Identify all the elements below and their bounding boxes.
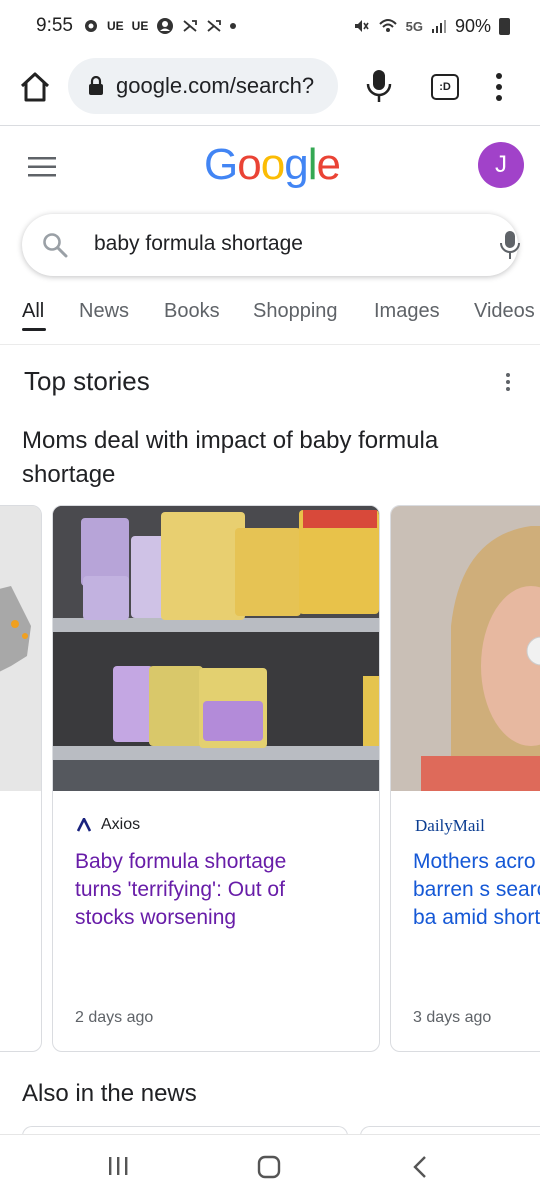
tab-switcher-button[interactable]: :D [431,74,459,100]
more-options-icon[interactable] [504,372,512,392]
network-type: 5G [405,18,423,34]
story-thumbnail-formula-shelves [53,506,379,791]
story-title-link[interactable]: Baby formula shortage turns 'terrifying'… [75,848,335,932]
address-bar[interactable]: google.com/search? [68,58,338,114]
logo-letter-o1: o [237,140,262,189]
top-stories-title: Top stories [24,366,150,396]
active-tab-indicator [22,328,46,331]
notification-dot [230,23,237,29]
ue-indicator-2: UE [131,19,149,33]
story-card-dailymail[interactable]: DailyMail Mothers acro find barren s sea… [390,505,540,1052]
hamburger-menu-icon[interactable] [28,156,56,178]
microphone-icon[interactable] [364,68,394,104]
search-icon[interactable] [42,232,68,258]
settings-gear-icon [84,20,97,32]
also-in-the-news-title: Also in the news [22,1080,197,1107]
map-thumbnail [0,506,41,791]
source-name: Axios [101,816,141,833]
story-title-link[interactable]: Mothers acro find barren s search for ba… [413,848,540,932]
tab-videos[interactable]: Videos [474,300,535,323]
logo-letter-g2: g [284,140,309,189]
toolbar-divider [0,125,540,126]
url-text: google.com/search? [116,73,315,98]
logo-letter-g: G [204,140,238,189]
logo-letter-e: e [316,140,341,189]
tab-shopping[interactable]: Shopping [253,300,338,323]
battery-icon [499,17,510,35]
home-icon[interactable] [18,70,52,104]
tab-images[interactable]: Images [374,300,440,323]
mute-icon [354,20,369,32]
avatar-initial: J [495,151,507,178]
logo-letter-o2: o [260,140,286,189]
story-cluster-headline[interactable]: Moms deal with impact of baby formula sh… [22,424,522,492]
missed-call-icon [183,20,198,32]
tab-all[interactable]: All [22,300,44,323]
tab-switcher-label: :D [439,81,451,93]
source-name: DailyMail [415,816,485,835]
tab-news[interactable]: News [79,300,129,323]
account-avatar[interactable]: J [478,142,524,188]
overflow-menu-icon[interactable] [492,72,506,102]
search-box[interactable]: baby formula shortage [22,214,520,276]
home-nav-icon[interactable] [257,1155,281,1179]
back-icon[interactable] [410,1155,430,1179]
story-source: DailyMail [415,816,485,836]
browser-toolbar: google.com/search? :D [0,52,540,124]
status-right: 5G 90% [352,16,510,37]
story-thumbnail-woman [391,506,540,791]
ue-indicator-1: UE [106,19,124,33]
tab-books[interactable]: Books [164,300,220,323]
status-bar: 9:55 UE UE 5G 90% [0,0,540,52]
account-icon [157,18,174,34]
story-source: Axios [77,816,140,834]
tabs-divider [0,344,540,345]
story-timestamp: 3 days ago [413,1009,492,1026]
system-navigation-bar [0,1134,540,1200]
missed-call-icon-2 [207,20,222,32]
battery-percent: 90% [454,15,491,36]
search-query-text[interactable]: baby formula shortage [94,232,303,256]
clock: 9:55 [36,15,73,36]
lock-icon [89,76,103,95]
axios-logo-icon [77,818,91,832]
google-logo[interactable]: Google [204,140,341,190]
voice-search-icon[interactable] [500,230,520,260]
story-card-axios[interactable]: Axios Baby formula shortage turns 'terri… [52,505,380,1052]
recent-apps-icon[interactable] [107,1155,129,1177]
wifi-icon [378,19,397,32]
signal-icon [431,20,446,33]
story-timestamp: 2 days ago [75,1009,154,1026]
story-card-partial-left[interactable] [0,505,42,1052]
search-tabs: All News Books Shopping Images Videos [0,296,540,344]
status-left: 9:55 UE UE [36,15,237,37]
